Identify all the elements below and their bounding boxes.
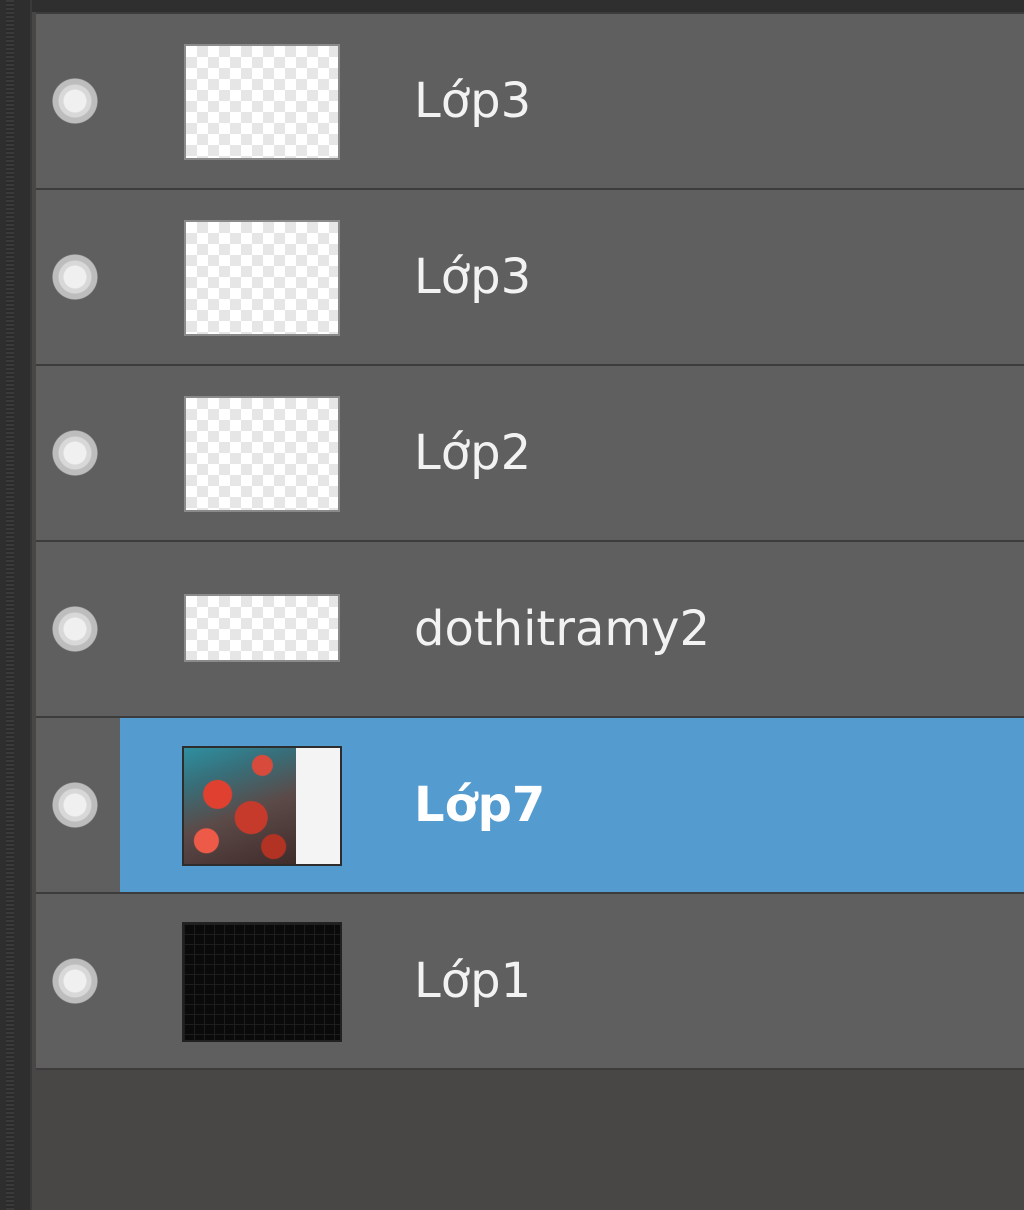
panel-resize-handle[interactable] [0,0,32,1210]
layer-thumbnail [184,220,340,336]
layer-row[interactable]: Lớp2 [36,364,1024,540]
layer-name: Lớp3 [414,73,532,129]
visibility-toggle-icon[interactable] [52,782,98,828]
layer-thumbnail [182,922,342,1042]
layers-panel: Lớp3 Lớp3 Lớp2 dothitramy2 Lớp7 Lớp1 [0,0,1024,1210]
visibility-toggle-icon[interactable] [52,78,98,124]
layer-name: Lớp2 [414,425,532,481]
layer-row[interactable]: Lớp1 [36,892,1024,1070]
layer-name: Lớp1 [414,953,532,1009]
layer-thumbnail [182,746,342,866]
visibility-toggle-icon[interactable] [52,254,98,300]
thumbnail-image [184,748,296,864]
layer-row[interactable]: Lớp3 [36,188,1024,364]
layer-thumbnail [184,44,340,160]
layer-thumbnail [184,396,340,512]
layer-row-selected[interactable]: Lớp7 [36,716,1024,892]
panel-top-edge [32,0,1024,12]
layers-list: Lớp3 Lớp3 Lớp2 dothitramy2 Lớp7 Lớp1 [36,12,1024,1070]
layer-thumbnail [184,594,340,662]
layer-name: dothitramy2 [414,601,711,657]
layer-row[interactable]: Lớp3 [36,12,1024,188]
layer-row[interactable]: dothitramy2 [36,540,1024,716]
visibility-toggle-icon[interactable] [52,606,98,652]
layer-name: Lớp3 [414,249,532,305]
visibility-toggle-icon[interactable] [52,430,98,476]
layer-name: Lớp7 [414,777,546,833]
visibility-toggle-icon[interactable] [52,958,98,1004]
